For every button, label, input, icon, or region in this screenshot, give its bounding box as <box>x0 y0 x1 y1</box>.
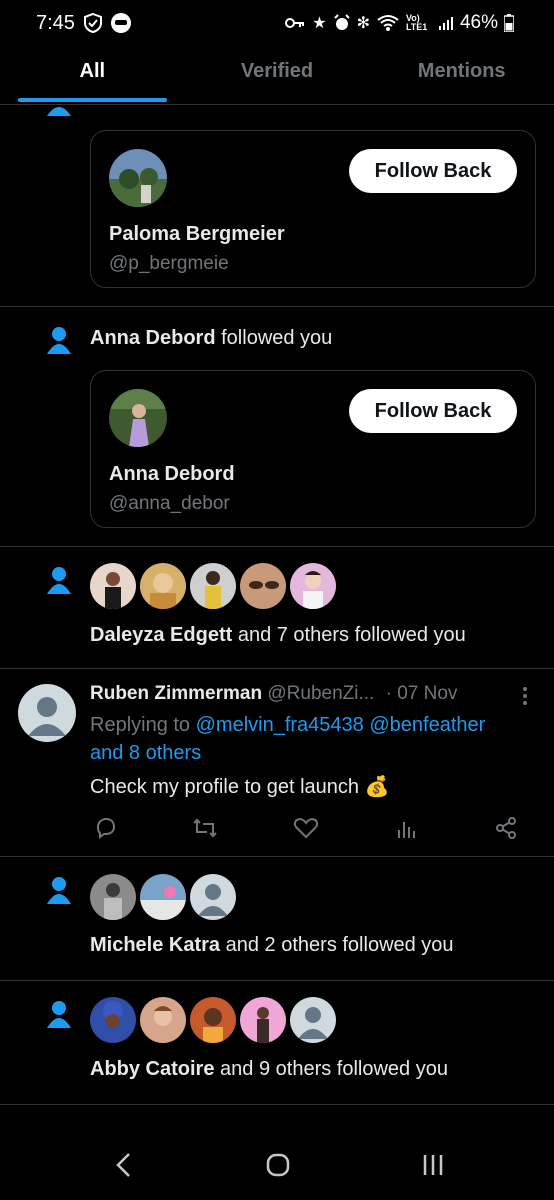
default-avatar[interactable] <box>290 997 336 1043</box>
replying-to: Replying to @melvin_fra45438 @benfeather <box>90 714 485 737</box>
bluetooth-icon: ✻ <box>356 15 370 32</box>
avatar-stack <box>90 997 336 1043</box>
avatar[interactable] <box>140 563 186 609</box>
shield-icon <box>84 12 102 34</box>
tab-mentions[interactable]: Mentions <box>369 48 554 104</box>
battery-icon <box>504 14 514 32</box>
avatar[interactable] <box>240 563 286 609</box>
post-date: · 07 Nov <box>385 683 458 704</box>
author-handle[interactable]: @RubenZi... <box>267 683 374 704</box>
action-text: and 2 others followed you <box>225 934 454 956</box>
mention-links[interactable]: @melvin_fra45438 @benfeather <box>196 714 486 736</box>
avatar[interactable] <box>109 389 167 447</box>
reply-icon[interactable] <box>94 816 118 840</box>
card-name[interactable]: Anna Debord <box>109 463 235 486</box>
recents-icon[interactable] <box>422 1153 444 1177</box>
row-divider <box>0 856 554 857</box>
card-name[interactable]: Paloma Bergmeier <box>109 223 285 246</box>
user-name[interactable]: Anna Debord <box>90 327 216 349</box>
person-icon <box>47 107 71 116</box>
signal-icon <box>438 17 453 30</box>
like-icon[interactable] <box>293 816 319 840</box>
notification-tabs: All Verified Mentions <box>0 48 554 104</box>
follow-card[interactable]: Follow Back Anna Debord @anna_debor <box>90 370 536 528</box>
person-icon <box>47 327 71 354</box>
action-text: followed you <box>221 327 333 349</box>
row-divider <box>0 980 554 981</box>
share-icon[interactable] <box>494 816 518 840</box>
notification-text[interactable]: Anna Debord followed you <box>90 327 332 350</box>
notification-text[interactable]: Daleyza Edgett and 7 others followed you <box>90 624 466 647</box>
system-nav-bar <box>0 1128 554 1200</box>
mention-more[interactable]: and 8 others <box>90 742 201 765</box>
post-header: Ruben Zimmerman @RubenZi... · 07 Nov <box>90 683 457 705</box>
avatar[interactable] <box>90 874 136 920</box>
action-text: and 9 others followed you <box>220 1058 448 1080</box>
avatar[interactable] <box>90 997 136 1043</box>
notification-text[interactable]: Michele Katra and 2 others followed you <box>90 934 454 957</box>
author-name[interactable]: Ruben Zimmerman <box>90 683 262 704</box>
views-icon[interactable] <box>396 816 418 840</box>
person-icon <box>47 877 71 904</box>
star-icon: ★ <box>312 15 327 32</box>
avatar[interactable] <box>109 149 167 207</box>
tab-all[interactable]: All <box>0 48 185 104</box>
user-name[interactable]: Michele Katra <box>90 934 220 956</box>
tabs-divider <box>0 104 554 105</box>
row-divider <box>0 546 554 547</box>
avatar[interactable] <box>140 874 186 920</box>
app-icon <box>111 13 131 33</box>
avatar[interactable] <box>290 563 336 609</box>
avatar[interactable] <box>90 563 136 609</box>
status-time: 7:45 <box>36 12 75 34</box>
notification-text[interactable]: Abby Catoire and 9 others followed you <box>90 1058 448 1081</box>
person-icon <box>47 1001 71 1028</box>
card-handle: @p_bergmeie <box>109 253 229 274</box>
follow-back-button[interactable]: Follow Back <box>349 389 517 433</box>
follow-back-button[interactable]: Follow Back <box>349 149 517 193</box>
wifi-icon <box>377 15 399 31</box>
avatar[interactable] <box>190 563 236 609</box>
avatar[interactable] <box>240 997 286 1043</box>
default-avatar[interactable] <box>18 684 76 742</box>
battery-percent: 46% <box>459 12 498 33</box>
lte-label: Vo) LTE1 <box>405 13 428 32</box>
action-text: and 7 others followed you <box>237 624 466 646</box>
more-icon[interactable] <box>522 686 528 706</box>
row-divider <box>0 306 554 307</box>
person-icon <box>47 567 71 594</box>
avatar[interactable] <box>140 997 186 1043</box>
retweet-icon[interactable] <box>192 816 218 840</box>
card-handle: @anna_debor <box>109 493 230 514</box>
alarm-icon <box>333 14 350 30</box>
back-icon[interactable] <box>114 1152 132 1178</box>
default-avatar[interactable] <box>190 874 236 920</box>
avatar-stack <box>90 874 236 920</box>
user-name[interactable]: Abby Catoire <box>90 1058 214 1080</box>
post-body: Check my profile to get launch 💰 <box>90 776 390 798</box>
home-icon[interactable] <box>266 1153 290 1177</box>
tab-verified[interactable]: Verified <box>185 48 370 104</box>
follow-card[interactable]: Follow Back Paloma Bergmeier @p_bergmeie <box>90 130 536 288</box>
replying-prefix: Replying to <box>90 714 191 736</box>
avatar-stack <box>90 563 336 609</box>
key-icon <box>285 18 305 28</box>
status-bar: 7:45 ★ ✻ Vo) LTE1 46% <box>0 0 554 48</box>
row-divider <box>0 1104 554 1105</box>
user-name[interactable]: Daleyza Edgett <box>90 624 232 646</box>
avatar[interactable] <box>190 997 236 1043</box>
row-divider <box>0 668 554 669</box>
